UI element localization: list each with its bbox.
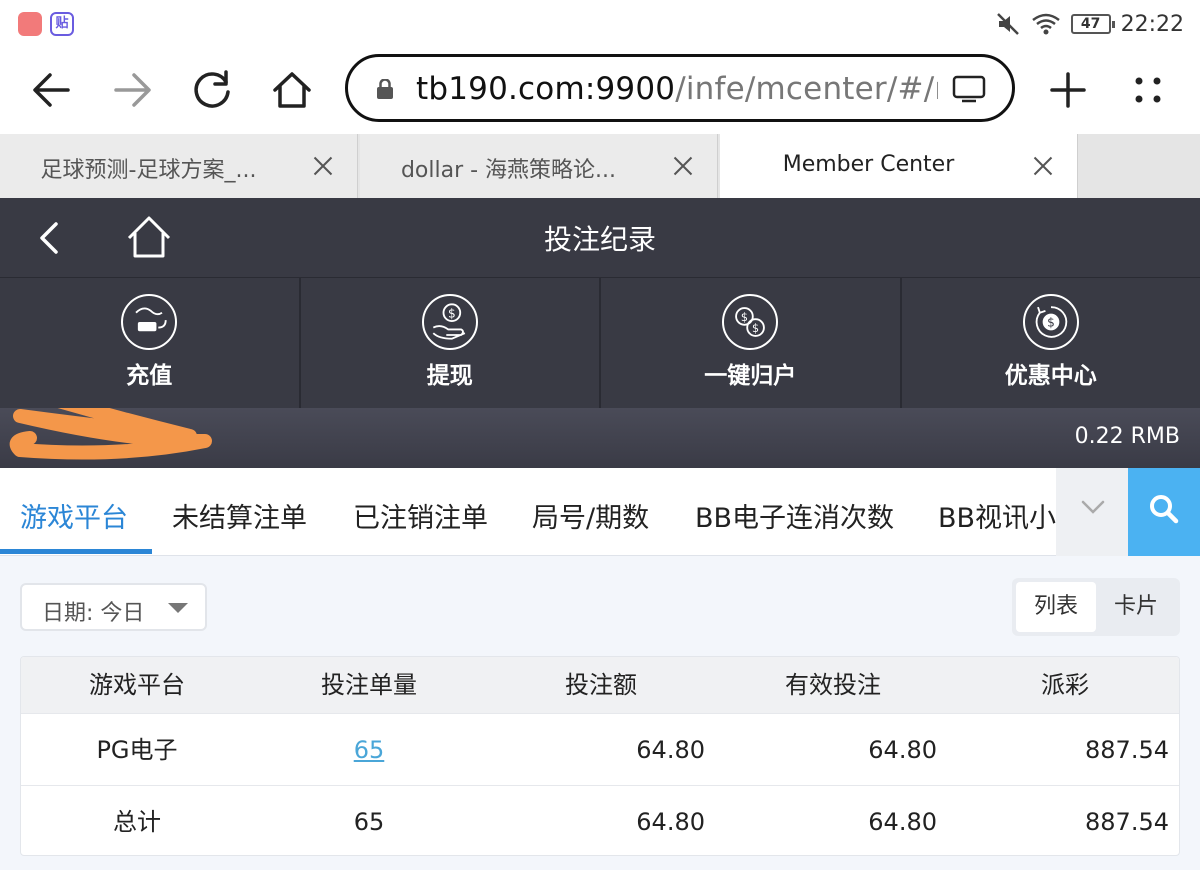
- status-bar: 贴 47 22:22: [0, 0, 1200, 48]
- screen: 贴 47 22:22 tb190.com:9900/infe/mcenter/#…: [0, 0, 1200, 870]
- bet-count-cell: 65: [253, 714, 485, 786]
- bet-amount-cell: 64.80: [636, 808, 705, 836]
- promo-icon: $: [1022, 294, 1079, 350]
- date-filter-select[interactable]: 日期: 今日: [20, 583, 207, 631]
- transfer-icon: $ $: [722, 294, 779, 350]
- payout-cell: 887.54: [1085, 736, 1169, 764]
- shop-app-icon: [18, 12, 42, 36]
- valid-bet-cell: 64.80: [868, 736, 937, 764]
- search-icon: [1150, 495, 1179, 524]
- tab-title: Member Center: [782, 152, 955, 177]
- card-view-button[interactable]: 卡片: [1096, 582, 1176, 632]
- withdraw-icon: $: [421, 294, 478, 350]
- back-arrow-icon[interactable]: [22, 60, 82, 120]
- total-label-cell: 总计: [113, 808, 161, 836]
- column-header: 投注额: [565, 671, 637, 699]
- valid-bet-cell: 64.80: [868, 808, 937, 836]
- browser-tab[interactable]: dollar - 海燕策略论...: [360, 134, 718, 198]
- table-row: PG电子 65 64.80 64.80 887.54: [21, 713, 1179, 786]
- tab-round-number[interactable]: 局号/期数: [532, 496, 649, 535]
- svg-text:$: $: [752, 322, 759, 335]
- bet-count-link[interactable]: 65: [354, 736, 385, 764]
- tab-title: dollar - 海燕策略论...: [400, 158, 617, 183]
- browser-tab-active[interactable]: Member Center: [720, 134, 1078, 198]
- status-right: 47 22:22: [995, 8, 1184, 40]
- bet-amount-cell: 64.80: [636, 736, 705, 764]
- browser-toolbar: tb190.com:9900/infe/mcenter/#/mo: [0, 48, 1200, 134]
- promo-center-button[interactable]: $ 优惠中心: [902, 278, 1200, 408]
- url-text[interactable]: tb190.com:9900/infe/mcenter/#/mo: [416, 69, 938, 109]
- column-header: 派彩: [1041, 671, 1089, 699]
- quick-actions: 充值 $ 提现 $ $ 一键归户 $ 优惠中心: [0, 278, 1200, 408]
- notes-app-icon: 贴: [50, 12, 74, 36]
- date-filter-label: 日期: 今日: [42, 601, 145, 626]
- search-button[interactable]: [1128, 468, 1200, 556]
- tab-game-platform[interactable]: 游戏平台: [20, 496, 128, 535]
- lock-icon: [377, 79, 393, 99]
- table-header: 游戏平台 投注单量 投注额 有效投注 派彩: [21, 657, 1179, 713]
- column-header: 游戏平台: [89, 671, 185, 699]
- quick-action-label: 提现: [426, 363, 473, 389]
- bet-count-cell: 65: [353, 808, 385, 836]
- deposit-button[interactable]: 充值: [0, 278, 301, 408]
- balance-bar: 0.22 RMB: [0, 408, 1200, 468]
- reader-mode-icon[interactable]: [952, 75, 986, 103]
- caret-down-icon: [168, 603, 188, 613]
- menu-dots-icon[interactable]: [1118, 60, 1178, 120]
- close-icon[interactable]: [1031, 154, 1055, 178]
- clock: 22:22: [1120, 11, 1184, 37]
- mute-icon: [996, 13, 1019, 35]
- platform-cell: PG电子: [96, 736, 178, 764]
- address-bar[interactable]: tb190.com:9900/infe/mcenter/#/mo: [345, 54, 1015, 122]
- bet-summary-table: 游戏平台 投注单量 投注额 有效投注 派彩 PG电子 65 64.80 64.8…: [20, 656, 1180, 856]
- tab-title: 足球预测-足球方案_...: [40, 158, 257, 183]
- column-header: 有效投注: [785, 671, 881, 699]
- payout-cell: 887.54: [1085, 808, 1169, 836]
- battery-indicator: 47: [1070, 14, 1115, 34]
- svg-text:$: $: [741, 311, 748, 324]
- close-icon[interactable]: [311, 154, 335, 178]
- browser-tab[interactable]: 足球预测-足球方案_...: [0, 134, 358, 198]
- list-view-button[interactable]: 列表: [1016, 582, 1096, 632]
- svg-text:$: $: [1047, 316, 1055, 330]
- redaction-scribble: [9, 408, 212, 460]
- active-tab-indicator: [0, 549, 152, 554]
- category-tabs: 游戏平台 未结算注单 已注销注单 局号/期数 BB电子连消次数 BB视讯小: [0, 468, 1200, 556]
- quick-action-label: 一键归户: [704, 363, 797, 389]
- tab-cancelled-bets[interactable]: 已注销注单: [353, 496, 488, 535]
- tab-bb-live[interactable]: BB视讯小: [938, 496, 1056, 535]
- new-tab-icon[interactable]: [1038, 60, 1098, 120]
- balance-amount: 0.22 RMB: [1074, 424, 1180, 449]
- reload-icon[interactable]: [182, 60, 242, 120]
- close-icon[interactable]: [671, 154, 695, 178]
- wifi-icon: [1031, 13, 1060, 35]
- view-toggle: 列表 卡片: [1012, 578, 1180, 636]
- tab-unsettled-bets[interactable]: 未结算注单: [172, 496, 307, 535]
- quick-action-label: 优惠中心: [1004, 363, 1097, 389]
- svg-text:$: $: [448, 306, 456, 320]
- chevron-down-icon[interactable]: [1080, 498, 1106, 516]
- browser-tabs: 足球预测-足球方案_... dollar - 海燕策略论... Member C…: [0, 134, 1200, 198]
- quick-action-label: 充值: [126, 363, 173, 389]
- column-header: 投注单量: [321, 671, 417, 699]
- page-title: 投注纪录: [543, 223, 656, 256]
- deposit-icon: [121, 294, 178, 350]
- forward-arrow-icon[interactable]: [102, 60, 162, 120]
- table-row-total: 总计 65 64.80 64.80 887.54: [21, 785, 1179, 855]
- app-header: 投注纪录: [0, 198, 1200, 278]
- home-icon[interactable]: [262, 60, 322, 120]
- withdraw-button[interactable]: $ 提现: [301, 278, 601, 408]
- tab-bb-combo-count[interactable]: BB电子连消次数: [695, 496, 894, 535]
- one-click-transfer-button[interactable]: $ $ 一键归户: [601, 278, 902, 408]
